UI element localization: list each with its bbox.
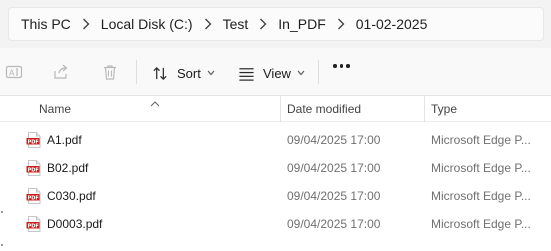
chevron-right-icon[interactable] <box>326 18 356 30</box>
column-header-row: Name Date modified Type <box>0 96 551 122</box>
file-name-cell: PDF D0003.pdf <box>26 210 102 238</box>
svg-text:PDF: PDF <box>28 223 39 229</box>
file-explorer-window: This PC Local Disk (C:) Test In_PDF 01-0… <box>0 0 551 251</box>
chevron-down-icon <box>297 70 305 76</box>
scroll-edge-marker <box>1 244 3 246</box>
file-row[interactable]: PDF D0003.pdf 09/04/2025 17:00 Microsoft… <box>0 210 551 238</box>
breadcrumb[interactable]: This PC Local Disk (C:) Test In_PDF 01-0… <box>8 7 544 41</box>
rename-icon[interactable]: A <box>3 61 25 83</box>
view-label: View <box>263 65 291 81</box>
file-list: PDF A1.pdf 09/04/2025 17:00 Microsoft Ed… <box>0 126 551 238</box>
address-bar: This PC Local Disk (C:) Test In_PDF 01-0… <box>0 0 551 48</box>
view-list-icon <box>238 65 255 82</box>
svg-text:PDF: PDF <box>28 139 39 145</box>
breadcrumb-item-this-pc[interactable]: This PC <box>21 16 71 32</box>
breadcrumb-item-test[interactable]: Test <box>223 16 249 32</box>
svg-text:A: A <box>9 69 15 78</box>
chevron-right-icon[interactable] <box>193 18 223 30</box>
file-name-cell: PDF B02.pdf <box>26 154 88 182</box>
sort-icon <box>152 65 169 82</box>
file-name-cell: PDF C030.pdf <box>26 182 96 210</box>
file-name-cell: PDF A1.pdf <box>26 126 82 154</box>
breadcrumb-item-local-disk[interactable]: Local Disk (C:) <box>101 16 193 32</box>
column-divider[interactable] <box>280 96 281 122</box>
column-divider[interactable] <box>424 96 425 122</box>
file-name: A1.pdf <box>47 133 82 147</box>
more-ellipsis-icon[interactable] <box>333 64 350 68</box>
file-name: B02.pdf <box>47 161 89 175</box>
sort-button[interactable]: Sort <box>152 60 215 86</box>
breadcrumb-item-current-folder[interactable]: 01-02-2025 <box>356 16 428 32</box>
pdf-file-icon: PDF <box>26 188 42 204</box>
svg-text:PDF: PDF <box>28 195 39 201</box>
pdf-file-icon: PDF <box>26 160 42 176</box>
file-row[interactable]: PDF A1.pdf 09/04/2025 17:00 Microsoft Ed… <box>0 126 551 154</box>
sort-ascending-caret-icon <box>150 96 160 110</box>
file-row[interactable]: PDF C030.pdf 09/04/2025 17:00 Microsoft … <box>0 182 551 210</box>
file-date-modified: 09/04/2025 17:00 <box>287 161 381 175</box>
file-date-modified: 09/04/2025 17:00 <box>287 133 381 147</box>
trash-icon[interactable] <box>99 61 121 83</box>
file-type: Microsoft Edge P... <box>431 189 531 203</box>
file-name: C030.pdf <box>47 189 96 203</box>
toolbar-divider <box>318 60 319 84</box>
column-header-name[interactable]: Name <box>39 96 71 122</box>
toolbar-divider <box>136 60 137 84</box>
chevron-right-icon[interactable] <box>248 18 278 30</box>
chevron-right-icon[interactable] <box>71 18 101 30</box>
file-name: D0003.pdf <box>47 217 103 231</box>
file-date-modified: 09/04/2025 17:00 <box>287 217 381 231</box>
command-bar: A Sort View <box>0 48 551 96</box>
svg-text:PDF: PDF <box>28 167 39 173</box>
chevron-down-icon <box>207 70 215 76</box>
file-row[interactable]: PDF B02.pdf 09/04/2025 17:00 Microsoft E… <box>0 154 551 182</box>
file-type: Microsoft Edge P... <box>431 133 531 147</box>
column-header-date-modified[interactable]: Date modified <box>287 96 361 122</box>
share-icon[interactable] <box>50 61 72 83</box>
column-header-type[interactable]: Type <box>431 96 457 122</box>
breadcrumb-item-in-pdf[interactable]: In_PDF <box>278 16 325 32</box>
scroll-edge-marker <box>1 211 3 213</box>
file-type: Microsoft Edge P... <box>431 161 531 175</box>
file-type: Microsoft Edge P... <box>431 217 531 231</box>
sort-label: Sort <box>177 65 201 81</box>
pdf-file-icon: PDF <box>26 216 42 232</box>
pdf-file-icon: PDF <box>26 132 42 148</box>
view-button[interactable]: View <box>238 60 305 86</box>
file-date-modified: 09/04/2025 17:00 <box>287 189 381 203</box>
